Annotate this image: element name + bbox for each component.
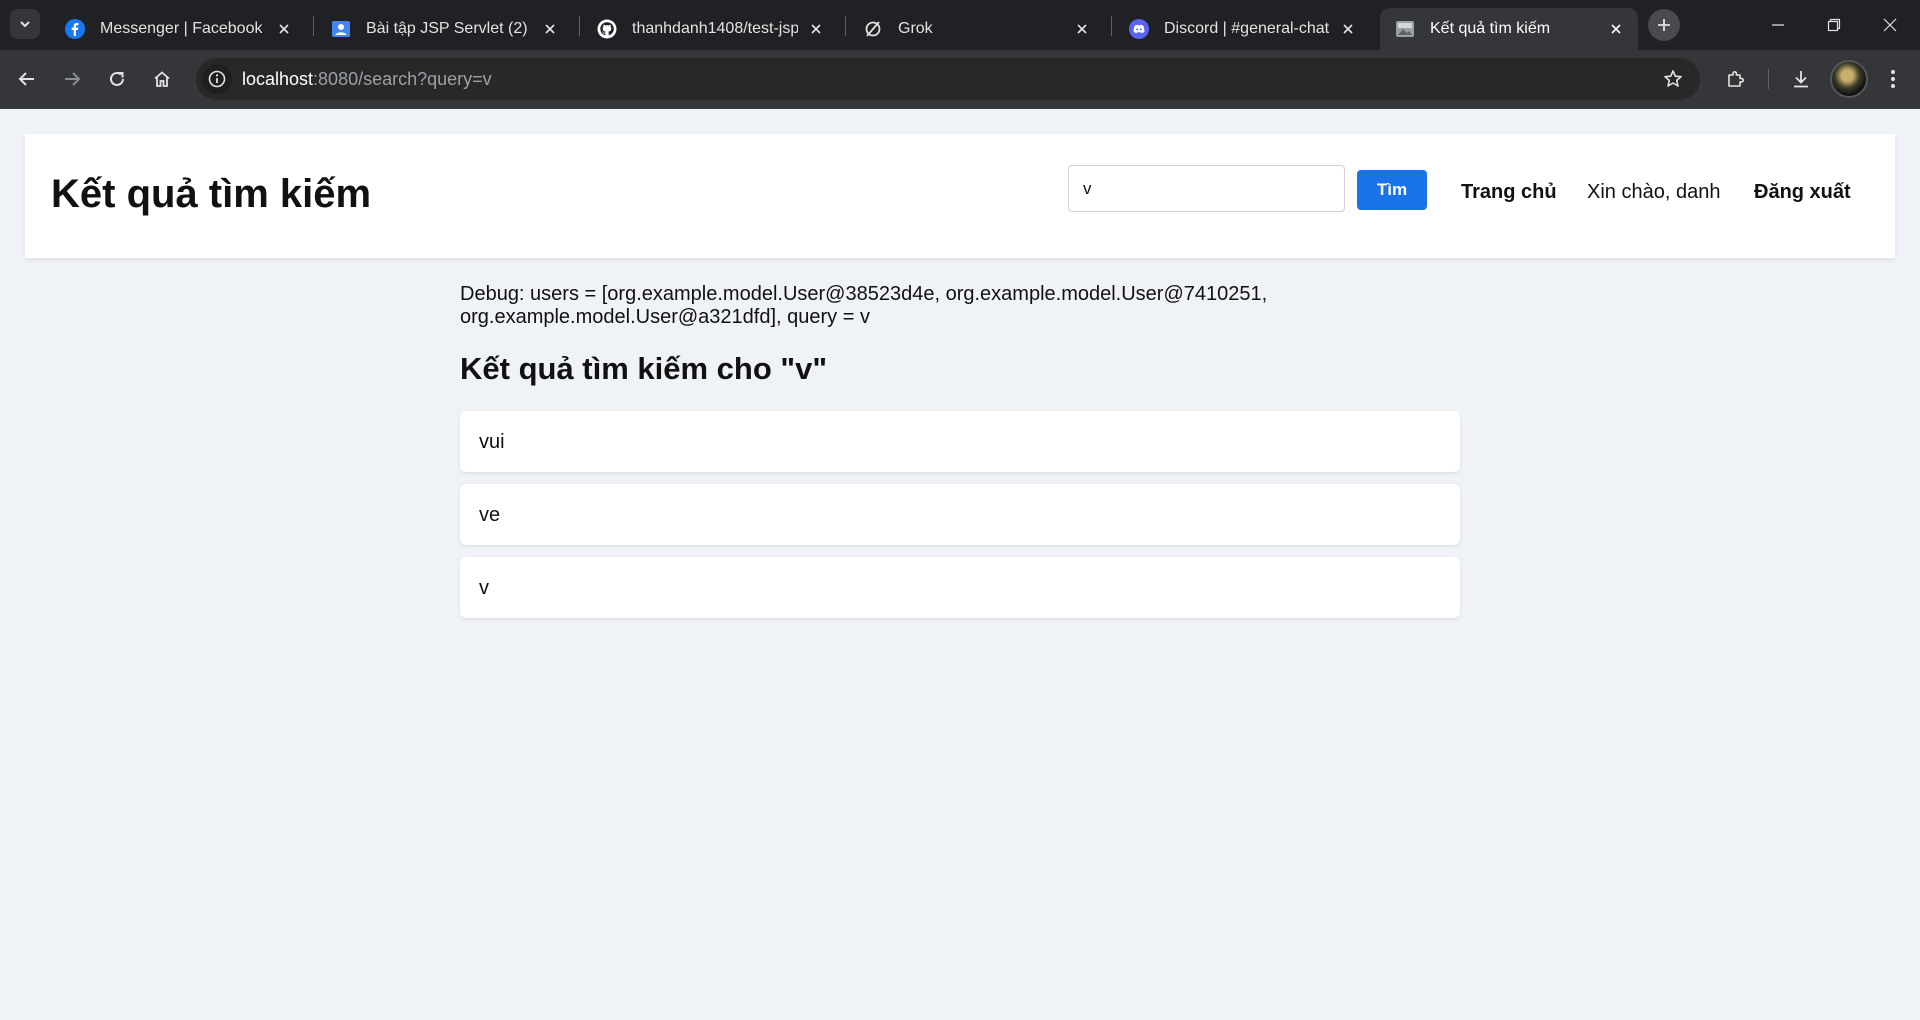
- tab-grok[interactable]: Grok: [848, 8, 1104, 50]
- arrow-left-icon: [18, 72, 34, 86]
- restore-icon: [1827, 18, 1841, 32]
- tab-jsp-servlet[interactable]: Bài tập JSP Servlet (2): [316, 8, 572, 50]
- home-button[interactable]: [144, 61, 180, 97]
- page-icon: [1394, 18, 1416, 40]
- back-button[interactable]: [9, 61, 45, 97]
- download-icon: [1794, 71, 1808, 88]
- site-header: Kết quả tìm kiếm Tìm Trang chủ Xin chào,…: [25, 134, 1895, 258]
- result-item[interactable]: ve: [460, 484, 1460, 545]
- home-icon: [154, 71, 170, 87]
- debug-text: Debug: users = [org.example.model.User@3…: [460, 283, 1268, 328]
- minimize-icon: [1772, 24, 1784, 26]
- tab-title: thanhdanh1408/test-jsp-se: [632, 20, 798, 37]
- tab-separator: [1111, 16, 1112, 36]
- tab-title: Bài tập JSP Servlet (2): [366, 20, 528, 37]
- tab-discord[interactable]: Discord | #general-chat | K: [1114, 8, 1370, 50]
- tab-messenger[interactable]: Messenger | Facebook: [50, 8, 306, 50]
- profile-avatar[interactable]: [1830, 60, 1868, 98]
- restore-button[interactable]: [1806, 0, 1862, 50]
- bookmark-star-icon[interactable]: [1658, 64, 1688, 94]
- results-heading: Kết quả tìm kiếm cho "v": [460, 351, 828, 386]
- puzzle-icon: [1728, 71, 1744, 87]
- result-item[interactable]: vui: [460, 411, 1460, 472]
- tab-separator: [845, 16, 846, 36]
- reload-button[interactable]: [99, 61, 135, 97]
- github-icon: [596, 18, 618, 40]
- page-viewport: Kết quả tìm kiếm Tìm Trang chủ Xin chào,…: [0, 109, 1920, 1020]
- close-icon: [1883, 18, 1897, 32]
- logout-link[interactable]: Đăng xuất: [1754, 181, 1851, 204]
- toolbar-divider: [1768, 69, 1769, 89]
- address-bar[interactable]: localhost:8080/search?query=v: [196, 58, 1700, 100]
- search-button[interactable]: Tìm: [1357, 170, 1427, 210]
- tab-title: Discord | #general-chat | K: [1164, 20, 1330, 37]
- classroom-icon: [330, 18, 352, 40]
- close-window-button[interactable]: [1862, 0, 1918, 50]
- close-icon[interactable]: [540, 19, 560, 39]
- tab-search-button[interactable]: [10, 9, 40, 39]
- search-input[interactable]: [1068, 165, 1345, 212]
- extensions-button[interactable]: [1720, 63, 1752, 95]
- tab-title: Messenger | Facebook: [100, 20, 263, 37]
- site-info-icon[interactable]: [202, 64, 232, 94]
- plus-icon: [1658, 19, 1670, 31]
- url-text: localhost:8080/search?query=v: [242, 69, 492, 90]
- tab-strip: Messenger | Facebook Bài tập JSP Servlet…: [0, 0, 1920, 50]
- tab-github[interactable]: thanhdanh1408/test-jsp-se: [582, 8, 838, 50]
- close-icon[interactable]: [806, 19, 826, 39]
- tab-search-results[interactable]: Kết quả tìm kiếm: [1380, 8, 1638, 50]
- page-title: Kết quả tìm kiếm: [51, 172, 372, 216]
- forward-button[interactable]: [54, 61, 90, 97]
- downloads-button[interactable]: [1785, 63, 1817, 95]
- reload-icon: [110, 71, 124, 86]
- tab-separator: [579, 16, 580, 36]
- arrow-right-icon: [65, 72, 81, 86]
- close-icon[interactable]: [1606, 19, 1626, 39]
- browser-toolbar: localhost:8080/search?query=v: [0, 50, 1920, 109]
- new-tab-button[interactable]: [1648, 9, 1680, 41]
- tab-title: Kết quả tìm kiếm: [1430, 20, 1551, 37]
- nav-home-link[interactable]: Trang chủ: [1461, 181, 1557, 204]
- tab-separator: [313, 16, 314, 36]
- url-path: :8080/search?query=v: [313, 68, 492, 89]
- url-host: localhost: [242, 68, 314, 89]
- grok-icon: [862, 18, 884, 40]
- minimize-button[interactable]: [1750, 0, 1806, 50]
- discord-icon: [1128, 18, 1150, 40]
- close-icon[interactable]: [1338, 19, 1358, 39]
- chevron-down-icon: [20, 21, 30, 28]
- close-icon[interactable]: [274, 19, 294, 39]
- user-greeting: Xin chào, danh: [1587, 181, 1721, 203]
- facebook-icon: [64, 18, 86, 40]
- menu-button[interactable]: [1877, 63, 1909, 95]
- close-icon[interactable]: [1072, 19, 1092, 39]
- more-vertical-icon: [1891, 70, 1895, 88]
- tab-title: Grok: [898, 20, 933, 37]
- main-content: Debug: users = [org.example.model.User@3…: [460, 283, 1460, 618]
- result-item[interactable]: v: [460, 557, 1460, 618]
